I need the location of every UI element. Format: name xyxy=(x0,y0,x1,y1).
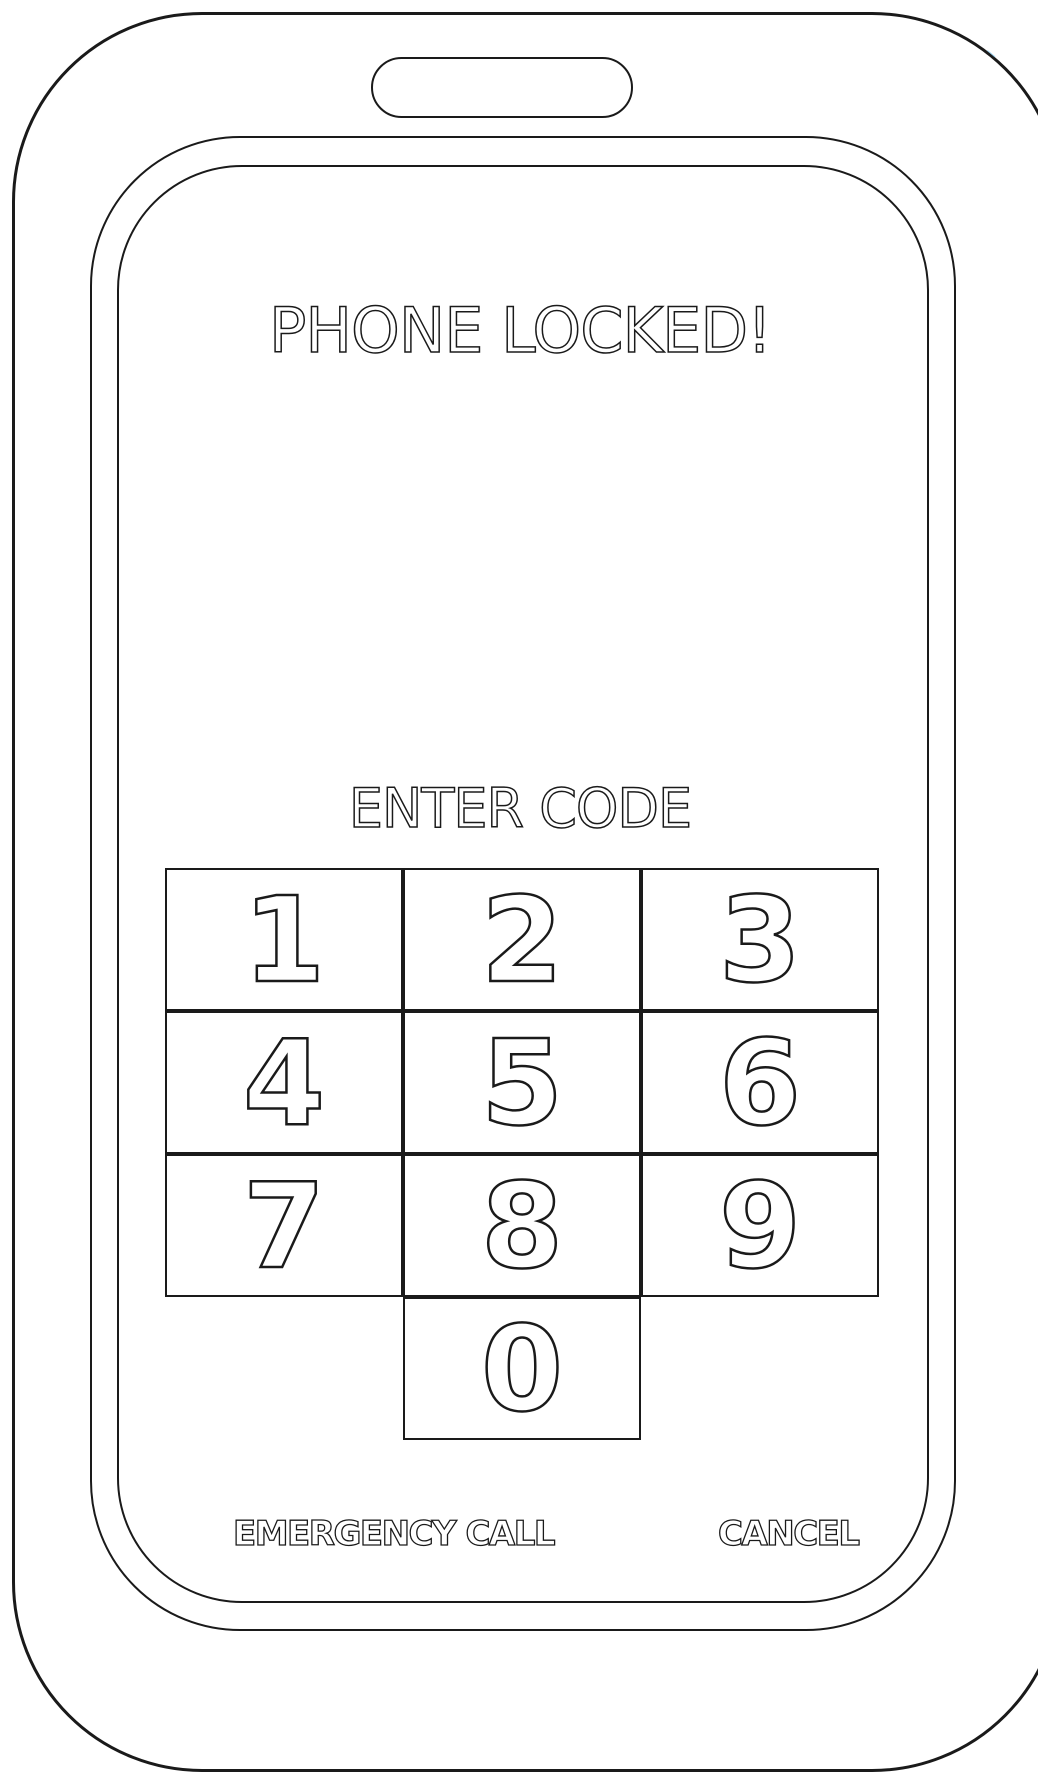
key-8-label: 8 xyxy=(480,1156,565,1295)
key-0[interactable]: 0 xyxy=(403,1297,641,1440)
key-5[interactable]: 5 xyxy=(403,1011,641,1154)
key-7[interactable]: 7 xyxy=(165,1154,403,1297)
cancel-button[interactable]: CANCEL xyxy=(717,1510,860,1558)
enter-code-prompt: ENTER CODE xyxy=(348,776,693,841)
key-6[interactable]: 6 xyxy=(641,1011,879,1154)
key-3[interactable]: 3 xyxy=(641,868,879,1011)
key-4[interactable]: 4 xyxy=(165,1011,403,1154)
emergency-call-button[interactable]: EMERGENCY CALL xyxy=(232,1510,556,1558)
key-7-label: 7 xyxy=(242,1156,327,1295)
key-5-label: 5 xyxy=(480,1013,565,1152)
key-8[interactable]: 8 xyxy=(403,1154,641,1297)
key-4-label: 4 xyxy=(242,1013,327,1152)
key-6-label: 6 xyxy=(718,1013,803,1152)
earpiece-speaker xyxy=(371,57,633,118)
key-9[interactable]: 9 xyxy=(641,1154,879,1297)
key-2[interactable]: 2 xyxy=(403,868,641,1011)
key-1[interactable]: 1 xyxy=(165,868,403,1011)
key-3-label: 3 xyxy=(718,870,803,1009)
key-1-label: 1 xyxy=(242,870,327,1009)
keypad: 1 2 3 4 5 6 7 8 9 0 xyxy=(165,868,881,1442)
page-title: PHONE LOCKED! xyxy=(268,293,772,368)
key-2-label: 2 xyxy=(480,870,565,1009)
key-9-label: 9 xyxy=(718,1156,803,1295)
key-0-label: 0 xyxy=(480,1299,565,1438)
